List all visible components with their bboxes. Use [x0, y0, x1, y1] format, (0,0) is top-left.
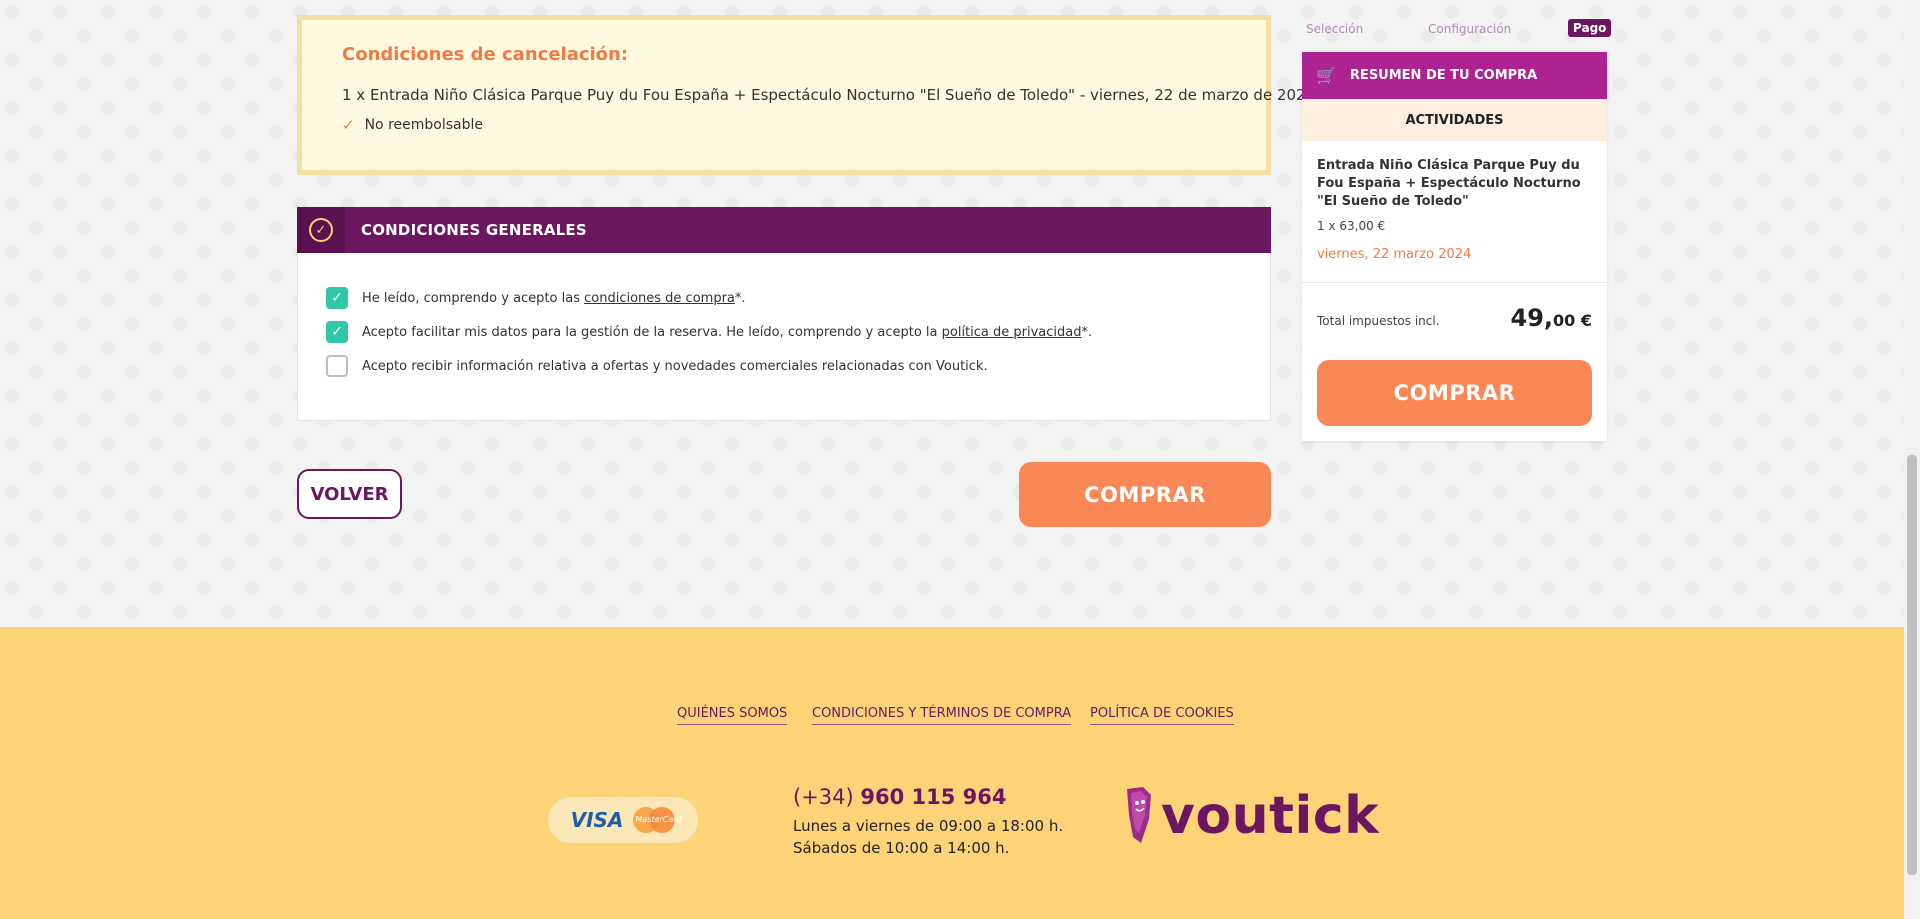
mastercard-logo-text: MasterCard — [635, 815, 682, 824]
privacy-label: Acepto facilitar mis datos para la gesti… — [362, 325, 1092, 340]
terms-label-text: He leído, comprendo y acepto las — [362, 290, 585, 306]
phone-number: 960 115 964 — [860, 785, 1007, 809]
footer-link-terms[interactable]: CONDICIONES Y TÉRMINOS DE COMPRA — [812, 706, 1072, 725]
opening-hours: Lunes a viernes de 09:00 a 18:00 h. Sába… — [793, 815, 1063, 859]
step-payment: Pago — [1568, 19, 1612, 37]
general-conditions-icon-wrap: ✓ — [297, 207, 345, 253]
total-tax-label: Total impuestos incl. — [1317, 314, 1440, 328]
privacy-policy-link[interactable]: política de privacidad — [942, 325, 1082, 340]
cancellation-conditions-box: Condiciones de cancelación: 1 x Entrada … — [297, 15, 1315, 175]
voutick-mascot-icon — [1127, 787, 1151, 843]
purchase-conditions-link[interactable]: condiciones de compra — [584, 291, 735, 306]
payment-methods: VISA MasterCard — [548, 797, 698, 843]
step-configuration[interactable]: Configuración — [1428, 22, 1511, 36]
hours-saturday: Sábados de 10:00 a 14:00 h. — [793, 839, 1010, 857]
refund-policy: ✓ No reembolsable — [342, 116, 483, 134]
summary-divider — [1302, 282, 1607, 283]
cancellation-ticket-line: 1 x Entrada Niño Clásica Parque Puy du F… — [342, 86, 1316, 104]
terms-label: He leído, comprendo y acepto las condici… — [362, 291, 746, 306]
check-icon: ✓ — [342, 116, 355, 134]
footer-link-about[interactable]: QUIÉNES SOMOS — [677, 706, 788, 725]
summary-item-name: Entrada Niño Clásica Parque Puy du Fou E… — [1317, 158, 1581, 209]
phone-prefix: (+34) — [793, 785, 854, 809]
general-conditions-header: ✓ CONDICIONES GENERALES — [297, 207, 1271, 253]
purchase-summary-title: RESUMEN DE TU COMPRA — [1349, 68, 1538, 83]
marketing-label: Acepto recibir información relativa a of… — [362, 358, 988, 374]
purchase-summary-header: 🛒 RESUMEN DE TU COMPRA — [1302, 52, 1607, 99]
refund-policy-text: No reembolsable — [364, 117, 483, 133]
summary-buy-button[interactable]: COMPRAR — [1317, 360, 1592, 426]
privacy-label-text: Acepto facilitar mis datos para la gesti… — [362, 324, 942, 340]
cart-icon: 🛒 — [1316, 66, 1336, 85]
footer-link-cookies[interactable]: POLÍTICA DE COOKIES — [1090, 706, 1234, 725]
brand-name: voutick — [1161, 786, 1380, 846]
check-circle-icon: ✓ — [309, 218, 333, 242]
buy-button[interactable]: COMPRAR — [1019, 462, 1271, 527]
marketing-checkbox-row[interactable]: Acepto recibir información relativa a of… — [326, 355, 988, 377]
privacy-checkbox-row[interactable]: ✓ Acepto facilitar mis datos para la ges… — [326, 321, 1092, 343]
visa-logo: VISA — [570, 808, 624, 832]
privacy-checkbox[interactable]: ✓ — [326, 321, 348, 343]
footer: QUIÉNES SOMOS CONDICIONES Y TÉRMINOS DE … — [0, 627, 1904, 919]
step-selection[interactable]: Selección — [1306, 22, 1363, 36]
mastercard-logo: MasterCard — [633, 807, 682, 833]
scrollbar-thumb[interactable] — [1907, 455, 1917, 875]
general-conditions-title: CONDICIONES GENERALES — [361, 221, 587, 239]
terms-checkbox[interactable]: ✓ — [326, 287, 348, 309]
terms-label-suffix: *. — [734, 290, 746, 306]
summary-item-quantity: 1 x 63,00 € — [1317, 219, 1386, 233]
general-conditions-body: ✓ He leído, comprendo y acepto las condi… — [297, 253, 1271, 421]
back-button[interactable]: VOLVER — [297, 469, 402, 519]
voutick-logo[interactable]: voutick — [1123, 785, 1379, 847]
privacy-label-suffix: *. — [1081, 324, 1093, 340]
contact-phone[interactable]: (+34) 960 115 964 — [793, 785, 1007, 809]
activities-section-title: ACTIVIDADES — [1302, 99, 1607, 141]
total-price-decimal: 00 € — [1553, 311, 1592, 330]
summary-item-date: viernes, 22 marzo 2024 — [1317, 247, 1472, 262]
total-price: 49,00 € — [1511, 304, 1592, 332]
cancellation-title: Condiciones de cancelación: — [342, 44, 629, 65]
purchase-summary-card: ACTIVIDADES Entrada Niño Clásica Parque … — [1302, 99, 1607, 441]
total-price-integer: 49, — [1510, 304, 1554, 332]
hours-weekdays: Lunes a viernes de 09:00 a 18:00 h. — [793, 817, 1064, 835]
terms-checkbox-row[interactable]: ✓ He leído, comprendo y acepto las condi… — [326, 287, 746, 309]
marketing-checkbox[interactable] — [326, 355, 348, 377]
